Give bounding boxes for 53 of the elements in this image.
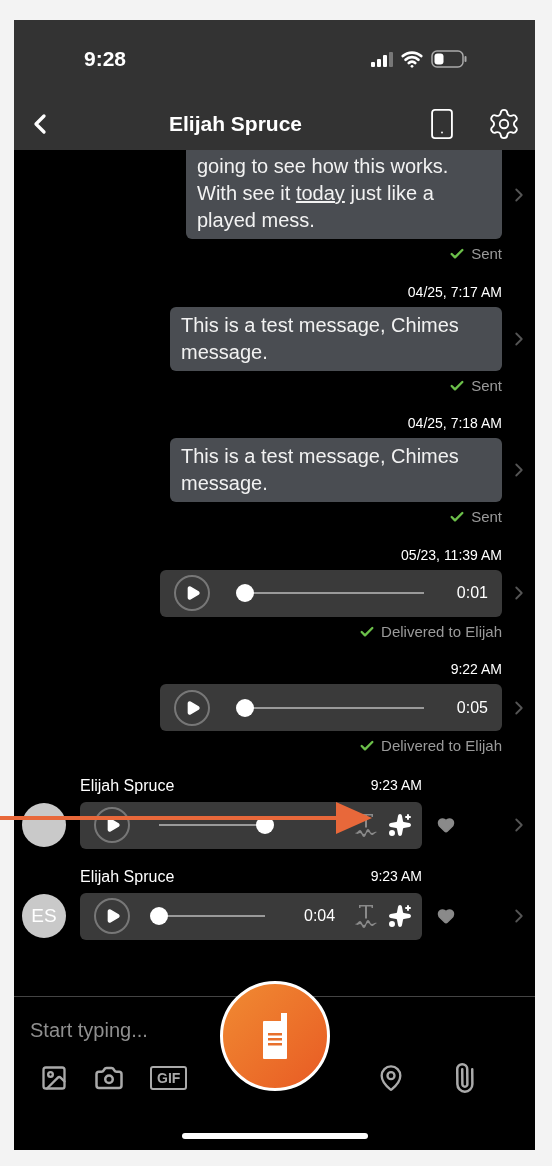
settings-icon[interactable] — [487, 107, 521, 141]
message-text: This is a test message, Chimes message. — [181, 444, 460, 496]
delivery-status: Delivered to Elijah — [381, 621, 502, 642]
message-time: 9:22 AM — [450, 660, 502, 679]
delivery-status: Sent — [471, 507, 502, 527]
wifi-icon — [401, 48, 423, 70]
battery-icon — [431, 50, 467, 68]
delivery-status: Delivered to Elijah — [381, 736, 502, 756]
message-input[interactable]: Start typing... — [30, 1015, 148, 1045]
message-bubble[interactable]: going to see how this works. With see it today just like a played mess. — [186, 150, 502, 239]
transcribe-icon[interactable] — [354, 903, 378, 929]
message-time: 05/23, 11:39 AM — [401, 545, 502, 565]
delivery-status: Sent — [471, 244, 502, 264]
play-icon — [185, 585, 201, 601]
message-time: 04/25, 7:17 AM — [407, 282, 502, 302]
walkie-talkie-icon — [261, 1013, 289, 1059]
contact-name: Elijah Spruce — [169, 111, 303, 138]
slider-thumb[interactable] — [236, 584, 254, 602]
voice-message-bubble[interactable] — [80, 801, 422, 849]
play-icon — [105, 908, 121, 924]
message-bubble[interactable]: This is a test message, Chimes message. — [170, 438, 502, 502]
message-time: 9:23 AM — [370, 867, 422, 886]
sparkles-icon[interactable] — [388, 904, 412, 928]
avatar[interactable] — [22, 803, 66, 847]
voice-message-bubble[interactable]: 0:04 — [80, 892, 422, 940]
message-time: 9:23 AM — [370, 776, 422, 795]
voice-duration: 0:04 — [304, 906, 337, 926]
play-button[interactable] — [174, 575, 210, 611]
image-icon[interactable] — [40, 1064, 68, 1092]
signal-icon — [371, 51, 393, 67]
message-text: This is a test message, Chimes message. — [181, 312, 460, 365]
voice-message-bubble[interactable]: 0:01 — [160, 569, 502, 617]
sender-name: Elijah Spruce — [80, 775, 175, 796]
voice-message-bubble[interactable]: 0:05 — [160, 684, 502, 731]
status-time: 9:28 — [84, 46, 127, 73]
slider-thumb[interactable] — [236, 698, 254, 717]
play-icon — [185, 699, 201, 716]
sender-name: Elijah Spruce — [80, 866, 175, 887]
delivery-status: Sent — [471, 375, 502, 396]
message-time: 04/25, 7:18 AM — [407, 414, 502, 433]
heart-icon[interactable] — [437, 816, 455, 834]
play-button[interactable] — [174, 689, 210, 726]
play-icon — [105, 817, 121, 833]
voice-duration: 0:05 — [456, 697, 488, 718]
play-button[interactable] — [94, 898, 130, 934]
slider-thumb[interactable] — [150, 907, 168, 925]
message-text: going to see how this works. With see it today just like a played mess. — [197, 154, 450, 233]
message-bubble[interactable]: This is a test message, Chimes message. — [170, 306, 502, 371]
gif-button[interactable]: GIF — [150, 1066, 188, 1090]
link[interactable]: today — [295, 182, 345, 204]
sparkles-icon[interactable] — [388, 813, 412, 837]
heart-icon[interactable] — [437, 907, 455, 925]
voice-duration: 0:01 — [456, 583, 488, 603]
